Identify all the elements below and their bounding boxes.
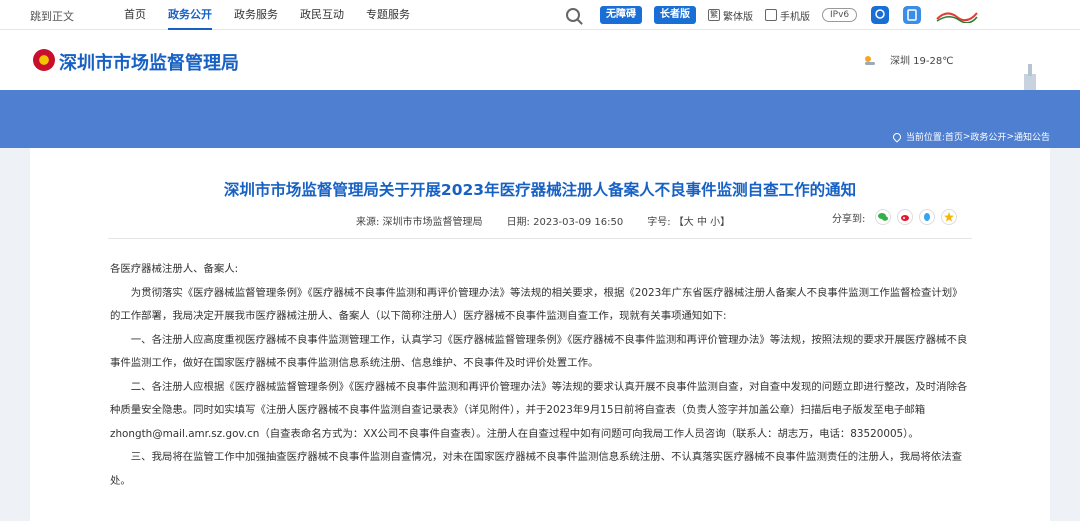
item-one-paragraph: 一、各注册人应高度重视医疗器械不良事件监测管理工作，认真学习《医疗器械监督管理条… [110, 333, 968, 370]
article-source: 来源: 深圳市市场监督管理局 [356, 217, 483, 228]
breadcrumb-home[interactable]: 首页 [945, 130, 963, 143]
ipv6-badge: IPv6 [822, 8, 858, 22]
top-nav-bar: 跳到正文 首页 政务公开 政务服务 政民互动 专题服务 无障碍 长者版 繁 繁体… [0, 0, 1080, 30]
weather-widget: 深圳 19-28℃ [862, 52, 953, 67]
senior-mode-button[interactable]: 长者版 [654, 6, 696, 24]
national-emblem-icon [33, 49, 55, 71]
nav-special-services[interactable]: 专题服务 [366, 0, 410, 30]
qzone-share-icon[interactable] [941, 209, 958, 225]
sun-cloud-icon [865, 55, 875, 65]
article-card: 深圳市市场监督管理局关于开展2023年医疗器械注册人备案人不良事件监测自查工作的… [30, 148, 1050, 521]
salutation-paragraph: 各医疗器械注册人、备案人: [110, 263, 239, 275]
traditional-icon: 繁 [708, 9, 720, 21]
share-label: 分享到: [832, 213, 866, 225]
item-three-paragraph: 三、我局将在监管工作中加强抽查医疗器械不良事件监测自查情况，对未在国家医疗器械不… [110, 451, 963, 487]
article-title: 深圳市市场监督管理局关于开展2023年医疗器械注册人备案人不良事件监测自查工作的… [223, 181, 857, 199]
sz-app-icon[interactable] [903, 6, 922, 24]
weather-text: 深圳 19-28℃ [890, 56, 954, 67]
article-meta: 来源: 深圳市市场监督管理局 日期: 2023-03-09 16:50 字号: … [356, 213, 736, 228]
breadcrumb-notices[interactable]: 通知公告 [1014, 130, 1050, 143]
skip-to-content-link[interactable]: 跳到正文 [30, 8, 74, 24]
location-pin-icon [891, 130, 903, 143]
item-two-paragraph: 二、各注册人应根据《医疗器械监督管理条例》《医疗器械不良事件监测和再评价管理办法… [110, 380, 968, 440]
share-bar: 分享到: [832, 209, 963, 225]
search-icon[interactable] [566, 8, 580, 22]
nav-home[interactable]: 首页 [124, 0, 146, 30]
breadcrumb-label: 当前位置: [905, 133, 945, 143]
mobile-version-link[interactable]: 手机版 [765, 8, 810, 23]
mobile-label: 手机版 [780, 11, 810, 23]
qq-share-icon[interactable] [919, 209, 936, 225]
app-icon[interactable] [871, 6, 890, 24]
traditional-chinese-toggle[interactable]: 繁 繁体版 [708, 8, 753, 23]
phone-icon [765, 9, 777, 21]
shenzhen-logo-icon [936, 12, 978, 23]
barrier-free-button[interactable]: 无障碍 [600, 6, 642, 24]
breadcrumb: 当前位置: 首页 > 政务公开 > 通知公告 [891, 130, 1050, 143]
breadcrumb-sep: > [962, 131, 971, 142]
main-nav: 首页 政务公开 政务服务 政民互动 专题服务 [124, 0, 432, 30]
site-header: 深圳市市场监督管理局 深圳 19-28℃ [0, 30, 1080, 120]
title-divider [108, 238, 972, 239]
traditional-label: 繁体版 [723, 11, 753, 23]
site-title[interactable]: 深圳市市场监督管理局 [59, 49, 239, 75]
article-body: 各医疗器械注册人、备案人: 为贯彻落实《医疗器械监督管理条例》《医疗器械不良事件… [110, 258, 972, 493]
nav-government-affairs[interactable]: 政务公开 [168, 0, 212, 30]
breadcrumb-sep: > [1006, 131, 1014, 142]
nav-government-services[interactable]: 政务服务 [234, 0, 278, 30]
font-size-switch[interactable]: 字号: 【大 中 小】 [647, 213, 730, 228]
intro-paragraph: 为贯彻落实《医疗器械监督管理条例》《医疗器械不良事件监测和再评价管理办法》等法规… [110, 286, 963, 323]
nav-interaction[interactable]: 政民互动 [300, 0, 344, 30]
breadcrumb-affairs[interactable]: 政务公开 [970, 130, 1006, 143]
article-date: 日期: 2023-03-09 16:50 [506, 217, 624, 228]
toolbar: 无障碍 长者版 繁 繁体版 手机版 IPv6 [566, 5, 979, 25]
weibo-share-icon[interactable] [897, 209, 914, 225]
wechat-share-icon[interactable] [875, 209, 892, 225]
